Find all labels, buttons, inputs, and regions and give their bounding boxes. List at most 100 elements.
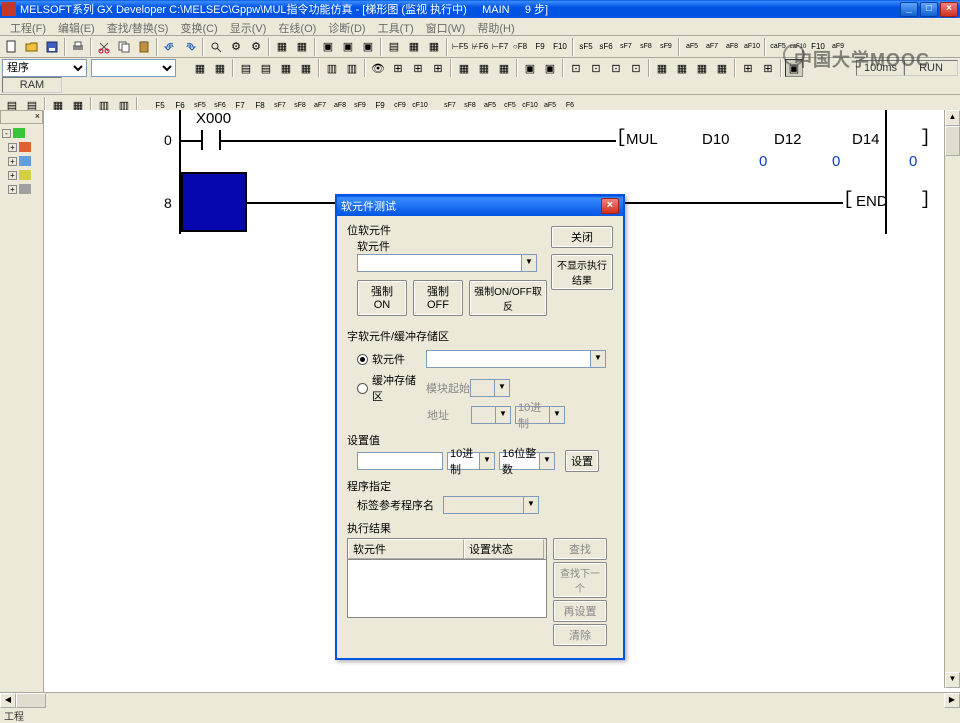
- tb2-t-icon[interactable]: ⊡: [627, 59, 645, 77]
- menu-help[interactable]: 帮助(H): [471, 18, 520, 35]
- setval-radix-combo[interactable]: 10进制▼: [447, 452, 495, 470]
- coil-f8-icon[interactable]: ○F8: [511, 38, 529, 56]
- tb2-a-icon[interactable]: ▦: [191, 59, 209, 77]
- set-button[interactable]: 设置: [565, 450, 599, 472]
- tb-caf5-icon[interactable]: caF5: [769, 38, 787, 56]
- setval-type-combo[interactable]: 16位整数▼: [499, 452, 555, 470]
- paste-icon[interactable]: [135, 38, 153, 56]
- tb2-c-icon[interactable]: ▤: [237, 59, 255, 77]
- menu-project[interactable]: 工程(F): [4, 18, 52, 35]
- tb-caf10-icon[interactable]: caF10: [789, 38, 807, 56]
- tb2-w-icon[interactable]: ▦: [693, 59, 711, 77]
- save-icon[interactable]: [43, 38, 61, 56]
- tool2-icon[interactable]: ⚙: [247, 38, 265, 56]
- tb-a-icon[interactable]: ▦: [273, 38, 291, 56]
- tb2-e-icon[interactable]: ▦: [277, 59, 295, 77]
- menu-edit[interactable]: 编辑(E): [52, 18, 101, 35]
- scroll-down-icon[interactable]: ▼: [945, 672, 960, 688]
- tb2-f-icon[interactable]: ▦: [297, 59, 315, 77]
- tree-item-1[interactable]: +: [8, 140, 41, 154]
- tool-icon[interactable]: ⚙: [227, 38, 245, 56]
- tb-sf9-icon[interactable]: sF9: [657, 38, 675, 56]
- redo-icon[interactable]: [181, 38, 199, 56]
- tb-e-icon[interactable]: ▣: [359, 38, 377, 56]
- tb2-n-icon[interactable]: ▦: [495, 59, 513, 77]
- tb-af9-icon[interactable]: aF9: [829, 38, 847, 56]
- scroll-up-icon[interactable]: ▲: [945, 110, 960, 126]
- word-device-combo[interactable]: ▼: [426, 350, 606, 368]
- tree-item-2[interactable]: +: [8, 154, 41, 168]
- menu-search[interactable]: 查找/替换(S): [101, 18, 175, 35]
- hide-result-button[interactable]: 不显示执行结果: [551, 254, 613, 290]
- new-icon[interactable]: [3, 38, 21, 56]
- tb2-k-icon[interactable]: ⊞: [429, 59, 447, 77]
- tb2-s-icon[interactable]: ⊡: [607, 59, 625, 77]
- menu-diag[interactable]: 诊断(D): [322, 18, 371, 35]
- tree-item-4[interactable]: +: [8, 182, 41, 196]
- tb2-p-icon[interactable]: ▣: [541, 59, 559, 77]
- tb-sf5-icon[interactable]: sF5: [577, 38, 595, 56]
- menu-window[interactable]: 窗口(W): [420, 18, 472, 35]
- tb-f0-icon[interactable]: F10: [809, 38, 827, 56]
- scroll-left-icon[interactable]: ◀: [0, 693, 16, 708]
- program-combo[interactable]: 程序: [2, 59, 87, 77]
- ladder-mode-icon[interactable]: ▣: [785, 59, 803, 77]
- maximize-button[interactable]: □: [920, 2, 938, 17]
- tb2-x-icon[interactable]: ▦: [713, 59, 731, 77]
- tb2-g-icon[interactable]: ▥: [323, 59, 341, 77]
- print-icon[interactable]: [69, 38, 87, 56]
- tb-h-icon[interactable]: ▦: [425, 38, 443, 56]
- tb2-z-icon[interactable]: ⊞: [759, 59, 777, 77]
- tb-af7-icon[interactable]: aF7: [703, 38, 721, 56]
- menu-convert[interactable]: 变换(C): [174, 18, 223, 35]
- vertical-scrollbar[interactable]: ▲ ▼: [944, 110, 960, 688]
- tb-d-icon[interactable]: ▣: [339, 38, 357, 56]
- tb2-r-icon[interactable]: ⊡: [587, 59, 605, 77]
- sub-combo[interactable]: [91, 59, 176, 77]
- find-icon[interactable]: [207, 38, 225, 56]
- tb2-u-icon[interactable]: ▦: [653, 59, 671, 77]
- tb2-m-icon[interactable]: ▦: [475, 59, 493, 77]
- menu-online[interactable]: 在线(O): [272, 18, 322, 35]
- tb-sf8-icon[interactable]: sF8: [637, 38, 655, 56]
- dialog-titlebar[interactable]: 软元件测试 ×: [337, 196, 623, 216]
- tb-sf7-icon[interactable]: sF7: [617, 38, 635, 56]
- setval-input[interactable]: [357, 452, 443, 470]
- minimize-button[interactable]: _: [900, 2, 918, 17]
- tb-f10-icon[interactable]: F10: [551, 38, 569, 56]
- tb-g-icon[interactable]: ▦: [405, 38, 423, 56]
- radio-device[interactable]: [357, 354, 368, 365]
- undo-icon[interactable]: [161, 38, 179, 56]
- tb2-h-icon[interactable]: ▥: [343, 59, 361, 77]
- tb2-q-icon[interactable]: ⊡: [567, 59, 585, 77]
- contact-f5-icon[interactable]: ⊢F5: [451, 38, 469, 56]
- tb-c-icon[interactable]: ▣: [319, 38, 337, 56]
- monitor-icon[interactable]: 👁: [369, 59, 387, 77]
- cut-icon[interactable]: [95, 38, 113, 56]
- tb2-l-icon[interactable]: ▦: [455, 59, 473, 77]
- horizontal-scrollbar[interactable]: ◀ ▶: [0, 692, 960, 708]
- tb-sf6-icon[interactable]: sF6: [597, 38, 615, 56]
- tb-af8-icon[interactable]: aF8: [723, 38, 741, 56]
- copy-icon[interactable]: [115, 38, 133, 56]
- contact-f6-icon[interactable]: ⊬F6: [471, 38, 489, 56]
- tb-f-icon[interactable]: ▤: [385, 38, 403, 56]
- tb-af5-icon[interactable]: aF5: [683, 38, 701, 56]
- tb2-b-icon[interactable]: ▦: [211, 59, 229, 77]
- tree-close-icon[interactable]: ×: [0, 110, 43, 124]
- dlg-close-btn[interactable]: 关闭: [551, 226, 613, 248]
- force-toggle-button[interactable]: 强制ON/OFF取反: [469, 280, 547, 316]
- radio-buffer[interactable]: [357, 383, 368, 394]
- selection-box[interactable]: [181, 172, 247, 232]
- tree-item-3[interactable]: +: [8, 168, 41, 182]
- tb2-v-icon[interactable]: ▦: [673, 59, 691, 77]
- contact-f7-icon[interactable]: ⊢F7: [491, 38, 509, 56]
- tb2-j-icon[interactable]: ⊞: [409, 59, 427, 77]
- tb2-o-icon[interactable]: ▣: [521, 59, 539, 77]
- tb2-d-icon[interactable]: ▤: [257, 59, 275, 77]
- menu-view[interactable]: 显示(V): [224, 18, 273, 35]
- menu-tools[interactable]: 工具(T): [372, 18, 420, 35]
- dialog-close-button[interactable]: ×: [601, 198, 619, 214]
- scroll-right-icon[interactable]: ▶: [944, 693, 960, 708]
- tb-f9-icon[interactable]: F9: [531, 38, 549, 56]
